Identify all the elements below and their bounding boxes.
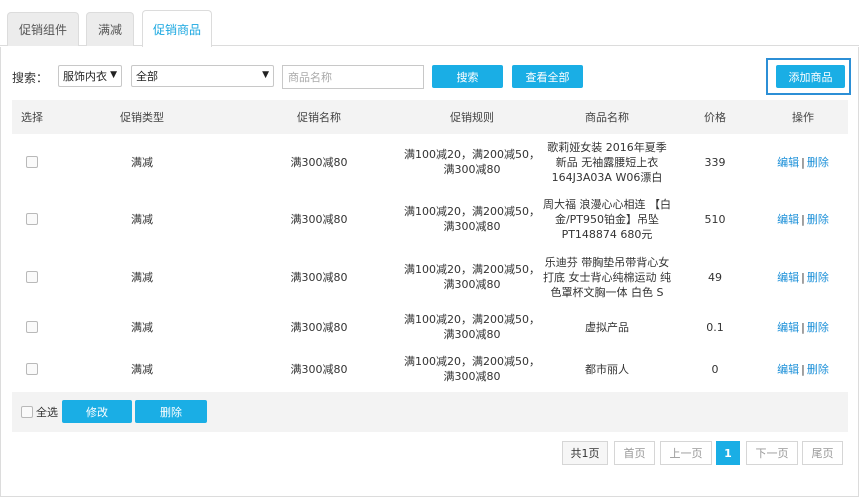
table-row: 满减 满300减80 满100减20，满200减50，满300减80 虚拟产品 … [12, 306, 848, 348]
add-product-button[interactable]: 添加商品 [776, 65, 845, 88]
header-actions: 操作 [792, 111, 814, 124]
delete-link[interactable]: 删除 [807, 270, 829, 285]
header-product-name: 商品名称 [585, 111, 629, 124]
header-promo-name: 促销名称 [297, 111, 341, 124]
row-product-name: 都市丽人 [585, 362, 629, 376]
row-promo-type: 满减 [131, 270, 153, 284]
row-promo-name: 满300减80 [290, 155, 348, 169]
row-promo-rule: 满100减20，满200减50，满300减80 [404, 263, 540, 291]
header-promo-rule: 促销规则 [450, 111, 494, 124]
next-page-button[interactable]: 下一页 [746, 441, 798, 465]
row-promo-rule: 满100减20，满200减50，满300减80 [404, 355, 540, 383]
current-page-button[interactable]: 1 [716, 441, 740, 465]
select-all-label: 全选 [36, 406, 58, 419]
delete-link[interactable]: 删除 [807, 212, 829, 227]
edit-link[interactable]: 编辑 [777, 155, 799, 170]
row-product-name: 虚拟产品 [585, 320, 629, 334]
row-promo-rule: 满100减20，满200减50，满300减80 [404, 313, 540, 341]
header-price: 价格 [704, 111, 726, 124]
product-name-input[interactable] [282, 65, 424, 89]
row-price: 339 [704, 155, 726, 169]
table-header: 选择 促销类型 促销名称 促销规则 商品名称 价格 操作 [12, 100, 848, 134]
select-all-checkbox[interactable] [21, 406, 33, 418]
row-actions: 编辑 | 删除 [762, 248, 844, 306]
header-promo-type: 促销类型 [120, 111, 164, 124]
edit-link[interactable]: 编辑 [777, 212, 799, 227]
row-promo-rule: 满100减20，满200减50，满300减80 [404, 205, 540, 233]
table-row: 满减 满300减80 满100减20，满200减50，满300减80 周大福 浪… [12, 190, 848, 248]
row-price: 49 [708, 270, 722, 284]
row-price: 0.1 [706, 320, 724, 334]
row-actions: 编辑 | 删除 [762, 306, 844, 348]
row-product-name: 乐迪芬 带胸垫吊带背心女打底 女士背心纯棉运动 纯色罩杯文胸一体 白色 S [543, 255, 671, 299]
row-product-name: 周大福 浪漫心心相连 【白金/PT950铂金】吊坠 PT148874 680元 [543, 197, 671, 241]
row-checkbox[interactable] [26, 213, 38, 225]
edit-link[interactable]: 编辑 [777, 320, 799, 335]
row-promo-name: 满300减80 [290, 320, 348, 334]
search-button[interactable]: 搜索 [432, 65, 503, 88]
row-promo-name: 满300减80 [290, 270, 348, 284]
row-checkbox[interactable] [26, 321, 38, 333]
row-promo-rule: 满100减20，满200减50，满300减80 [404, 148, 540, 176]
header-select: 选择 [21, 111, 43, 124]
row-checkbox[interactable] [26, 271, 38, 283]
row-promo-name: 满300减80 [290, 362, 348, 376]
row-product-name: 歌莉娅女装 2016年夏季新品 无袖露腰短上衣 164J3A03A W06漂白 [547, 140, 667, 184]
edit-link[interactable]: 编辑 [777, 362, 799, 377]
delete-link[interactable]: 删除 [807, 155, 829, 170]
delete-link[interactable]: 删除 [807, 320, 829, 335]
row-promo-type: 满减 [131, 362, 153, 376]
row-actions: 编辑 | 删除 [762, 190, 844, 248]
row-price: 0 [711, 362, 719, 376]
dropdown-arrow-icon: ▼ [262, 70, 269, 80]
table-row: 满减 满300减80 满100减20，满200减50，满300减80 都市丽人 … [12, 348, 848, 390]
promo-type-select-value: 全部 [136, 70, 158, 83]
bulk-edit-button[interactable]: 修改 [62, 400, 132, 423]
category-select-value: 服饰内衣 [63, 70, 107, 83]
page-total: 共1页 [562, 441, 608, 465]
row-actions: 编辑 | 删除 [762, 348, 844, 390]
table-row: 满减 满300减80 满100减20，满200减50，满300减80 乐迪芬 带… [12, 248, 848, 306]
row-price: 510 [704, 212, 726, 226]
row-promo-name: 满300减80 [290, 212, 348, 226]
action-separator: | [801, 270, 805, 284]
action-separator: | [801, 155, 805, 169]
tab-promo-products[interactable]: 促销商品 [142, 10, 212, 47]
row-promo-type: 满减 [131, 212, 153, 226]
bulk-delete-button[interactable]: 删除 [135, 400, 207, 423]
first-page-button[interactable]: 首页 [614, 441, 655, 465]
search-label: 搜索： [12, 71, 49, 85]
table-row: 满减 满300减80 满100减20，满200减50，满300减80 歌莉娅女装… [12, 134, 848, 190]
action-separator: | [801, 212, 805, 226]
delete-link[interactable]: 删除 [807, 362, 829, 377]
action-separator: | [801, 362, 805, 376]
row-checkbox[interactable] [26, 156, 38, 168]
last-page-button[interactable]: 尾页 [802, 441, 843, 465]
edit-link[interactable]: 编辑 [777, 270, 799, 285]
row-checkbox[interactable] [26, 363, 38, 375]
row-promo-type: 满减 [131, 320, 153, 334]
tab-full-reduction[interactable]: 满减 [86, 12, 134, 46]
view-all-button[interactable]: 查看全部 [512, 65, 583, 88]
row-actions: 编辑 | 删除 [762, 134, 844, 190]
row-promo-type: 满减 [131, 155, 153, 169]
prev-page-button[interactable]: 上一页 [660, 441, 712, 465]
promo-type-select[interactable]: 全部 ▼ [131, 65, 274, 87]
category-select[interactable]: 服饰内衣 ▼ [58, 65, 122, 87]
dropdown-arrow-icon: ▼ [110, 70, 117, 80]
action-separator: | [801, 320, 805, 334]
tab-promo-components[interactable]: 促销组件 [7, 12, 79, 46]
